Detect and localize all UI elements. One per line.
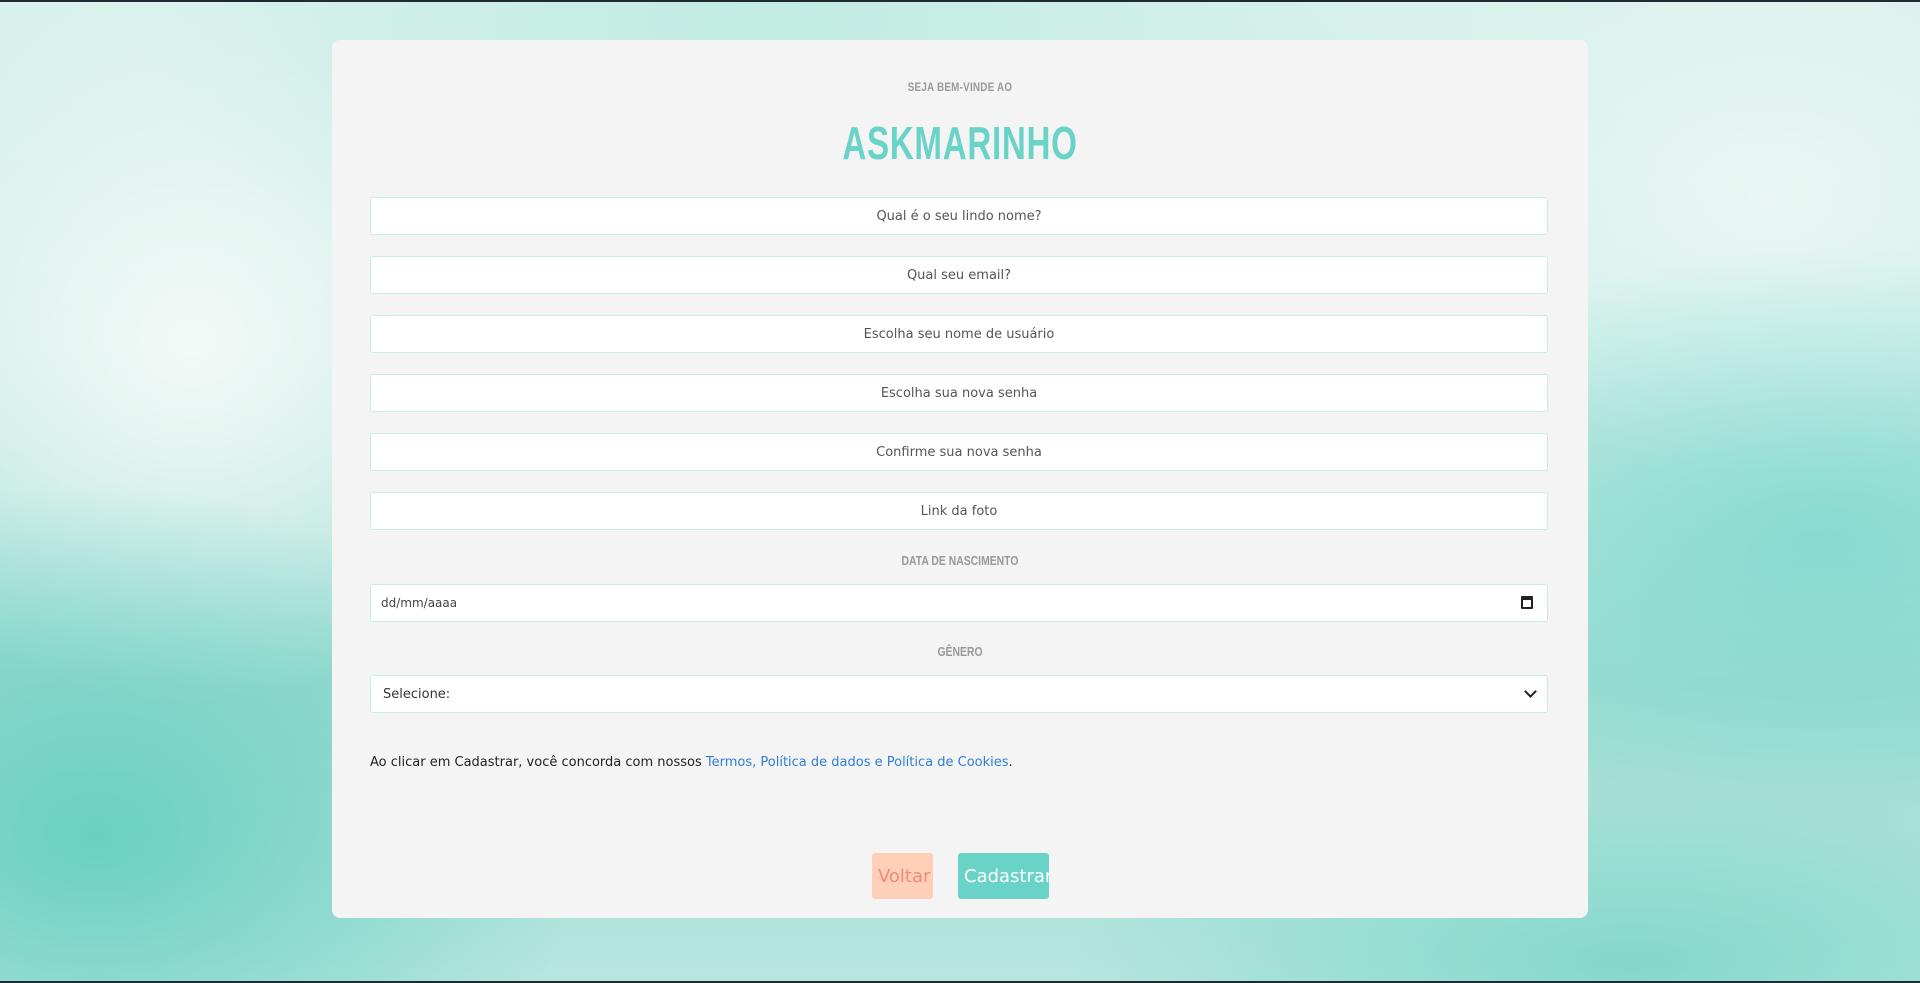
terms-link[interactable]: Termos, Política de dados e Política de …	[706, 755, 1009, 770]
chevron-down-icon	[1524, 685, 1537, 698]
gender-select[interactable]: Selecione:	[370, 675, 1548, 713]
photo-link-input[interactable]	[370, 492, 1548, 530]
password-input[interactable]	[370, 374, 1548, 412]
confirm-password-input[interactable]	[370, 433, 1548, 471]
top-border	[0, 0, 1920, 2]
signup-card: SEJA BEM-VINDE AO ASKMARINHO DATA DE NAS…	[332, 40, 1588, 918]
gender-label: GÊNERO	[937, 644, 983, 659]
brand-title: ASKMARINHO	[842, 117, 1078, 169]
calendar-icon[interactable]	[1521, 596, 1533, 609]
welcome-text: SEJA BEM-VINDE AO	[907, 80, 1013, 94]
email-input[interactable]	[370, 256, 1548, 294]
terms-notice: Ao clicar em Cadastrar, você concorda co…	[370, 755, 1013, 770]
birthdate-placeholder: dd/mm/aaaa	[381, 596, 458, 610]
back-button[interactable]: Voltar	[872, 853, 933, 899]
gender-selected-value: Selecione:	[383, 687, 451, 702]
terms-text: Ao clicar em Cadastrar, você concorda co…	[370, 755, 706, 770]
birthdate-label: DATA DE NASCIMENTO	[901, 553, 1019, 568]
username-input[interactable]	[370, 315, 1548, 353]
name-input[interactable]	[370, 197, 1548, 235]
birthdate-input[interactable]: dd/mm/aaaa	[370, 584, 1548, 622]
submit-button[interactable]: Cadastrar	[958, 853, 1052, 899]
terms-suffix: .	[1008, 755, 1013, 770]
